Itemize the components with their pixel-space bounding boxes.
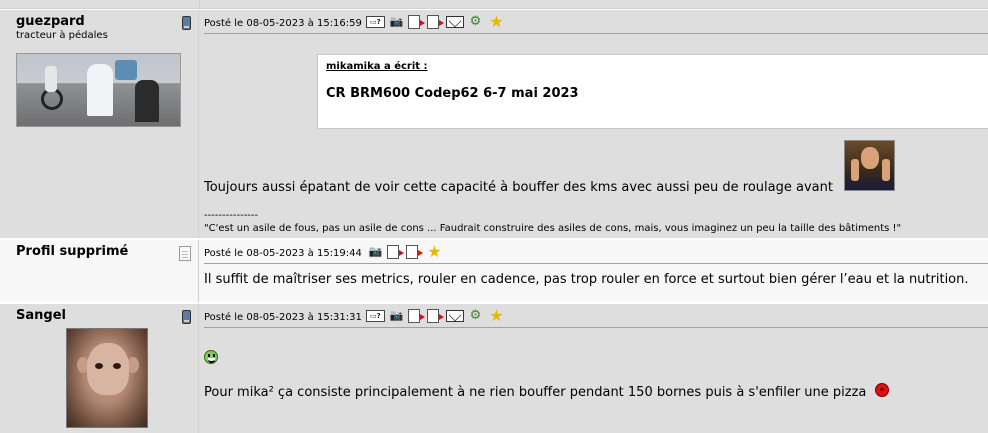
post-sangel: Sangel Posté le 08-05-2023 à 15:31:31 ▭?… bbox=[0, 304, 988, 433]
post-toolbar: Posté le 08-05-2023 à 15:19:44 📷 ★ bbox=[204, 240, 988, 264]
mobile-device-icon bbox=[182, 310, 191, 324]
favorite-icon[interactable]: ★ bbox=[425, 242, 444, 261]
mail-icon[interactable] bbox=[445, 309, 464, 322]
profile-icon[interactable]: 📷 bbox=[387, 308, 406, 323]
previous-post-bottom bbox=[0, 0, 988, 9]
quote-icon[interactable]: ▭? bbox=[365, 15, 385, 28]
author-title: tracteur à pédales bbox=[16, 30, 108, 41]
post-author-panel: Sangel bbox=[0, 304, 199, 433]
post-author-panel: guezpard tracteur à pédales bbox=[0, 10, 199, 238]
quote-text: CR BRM600 Codep62 6-7 mai 2023 bbox=[326, 86, 579, 101]
post-content: Posté le 08-05-2023 à 15:19:44 📷 ★ Il su… bbox=[199, 240, 988, 302]
reaction-image bbox=[844, 140, 895, 191]
quote-block: mikamika a écrit : CR BRM600 Codep62 6-7… bbox=[317, 54, 988, 129]
edit-icon[interactable] bbox=[386, 244, 404, 259]
post-toolbar: Posté le 08-05-2023 à 15:31:31 ▭? 📷 ⚙ ★ bbox=[204, 304, 988, 328]
post-profil-supprime: Profil supprimé Posté le 08-05-2023 à 15… bbox=[0, 240, 988, 302]
post-toolbar: Posté le 08-05-2023 à 15:16:59 ▭? 📷 ⚙ ★ bbox=[204, 10, 988, 34]
add-icon[interactable] bbox=[426, 308, 444, 323]
smiley-red-icon bbox=[875, 383, 889, 397]
post-content: Posté le 08-05-2023 à 15:31:31 ▭? 📷 ⚙ ★ … bbox=[199, 304, 988, 433]
document-icon bbox=[179, 246, 191, 261]
quote-author[interactable]: mikamika a écrit : bbox=[326, 61, 988, 72]
author-name[interactable]: Sangel bbox=[16, 308, 198, 324]
post-text: Pour mika² ça consiste principalement à … bbox=[204, 385, 867, 400]
author-name: Profil supprimé bbox=[16, 244, 129, 259]
smiley-icon bbox=[204, 350, 218, 364]
post-author-panel: Profil supprimé bbox=[0, 240, 199, 302]
author-avatar bbox=[16, 53, 181, 127]
author-avatar bbox=[66, 328, 148, 428]
signature-text: "C'est un asile de fous, pas un asile de… bbox=[204, 223, 902, 234]
signature-separator: --------------- bbox=[204, 210, 259, 221]
forum-thread: guezpard tracteur à pédales Posté le 08-… bbox=[0, 0, 988, 433]
edit-icon[interactable] bbox=[407, 308, 425, 323]
add-icon[interactable] bbox=[426, 14, 444, 29]
post-date: Posté le 08-05-2023 à 15:19:44 bbox=[204, 248, 362, 259]
alert-icon[interactable]: ⚙ bbox=[466, 308, 485, 323]
post-date: Posté le 08-05-2023 à 15:31:31 bbox=[204, 312, 362, 323]
post-text: Toujours aussi épatant de voir cette cap… bbox=[204, 180, 833, 195]
post-content: Posté le 08-05-2023 à 15:16:59 ▭? 📷 ⚙ ★ … bbox=[199, 10, 988, 238]
author-name[interactable]: guezpard bbox=[16, 14, 198, 30]
alert-icon[interactable]: ⚙ bbox=[466, 14, 485, 29]
quote-icon[interactable]: ▭? bbox=[365, 309, 385, 322]
profile-icon[interactable]: 📷 bbox=[366, 244, 385, 259]
add-icon[interactable] bbox=[405, 244, 423, 259]
mobile-device-icon bbox=[182, 16, 191, 30]
profile-icon[interactable]: 📷 bbox=[387, 14, 406, 29]
mail-icon[interactable] bbox=[445, 15, 464, 28]
post-text: Il suffit de maîtriser ses metrics, roul… bbox=[204, 272, 969, 287]
favorite-icon[interactable]: ★ bbox=[487, 306, 506, 325]
edit-icon[interactable] bbox=[407, 14, 425, 29]
favorite-icon[interactable]: ★ bbox=[487, 12, 506, 31]
post-date: Posté le 08-05-2023 à 15:16:59 bbox=[204, 18, 362, 29]
post-guezpard: guezpard tracteur à pédales Posté le 08-… bbox=[0, 10, 988, 238]
